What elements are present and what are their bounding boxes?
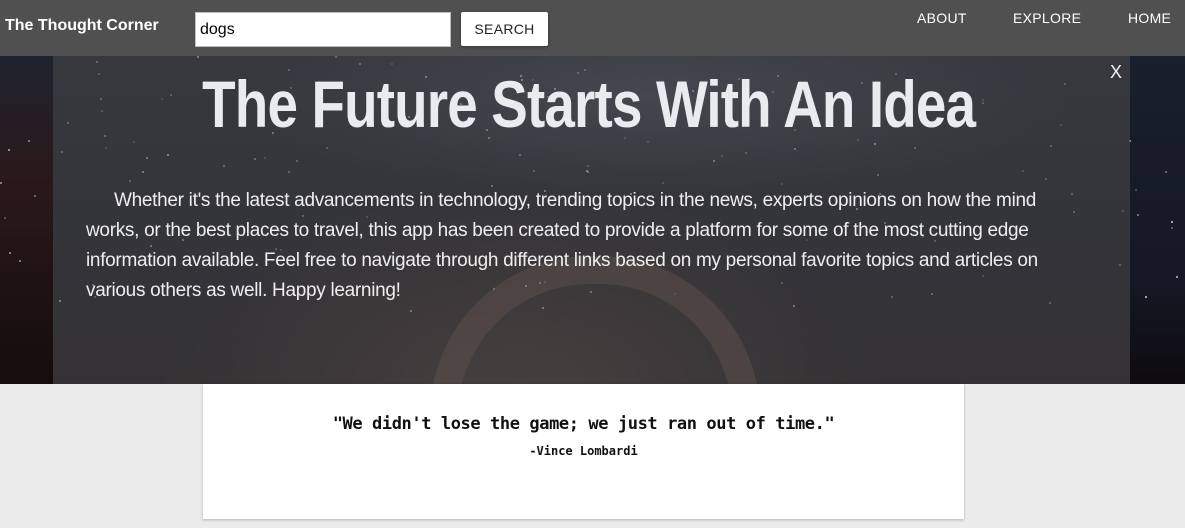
nav-link-home[interactable]: HOME [1128,10,1171,26]
quote-text: "We didn't lose the game; we just ran ou… [332,414,835,434]
close-icon[interactable]: X [1110,62,1122,83]
star-dot [0,182,2,184]
star-dot [1165,171,1167,173]
nav-link-about[interactable]: ABOUT [917,10,967,26]
hero-banner: X The Future Starts With An Idea Whether… [0,56,1185,384]
hero-background-left [0,56,53,384]
star-dot [19,260,21,262]
star-dot [8,149,10,151]
star-dot [28,140,30,142]
hero-description: Whether it's the latest advancements in … [86,190,1038,301]
star-dot [1171,227,1173,229]
star-dot [9,252,11,254]
site-brand[interactable]: The Thought Corner [5,17,159,35]
star-dot [4,217,6,219]
star-dot [1171,221,1173,223]
hero-background-right [1130,56,1185,384]
star-dot [1145,296,1147,298]
star-dot [34,195,36,197]
star-dot [1137,214,1139,216]
top-navbar: The Thought Corner SEARCH ABOUT EXPLORE … [0,0,1185,56]
search-button[interactable]: SEARCH [461,12,548,46]
hero-title: The Future Starts With An Idea [202,67,976,141]
search-input[interactable] [195,12,451,47]
star-dot [1135,189,1137,191]
nav-link-explore[interactable]: EXPLORE [1013,10,1081,26]
quote-author: -Vince Lombardi [529,444,638,458]
star-dot [1176,276,1178,278]
quote-card: "We didn't lose the game; we just ran ou… [203,384,964,519]
